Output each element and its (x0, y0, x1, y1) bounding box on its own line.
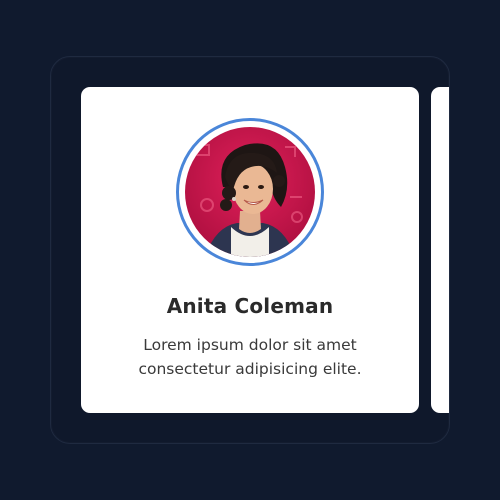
avatar (185, 127, 315, 257)
avatar-ring (176, 118, 324, 266)
next-profile-card[interactable] (431, 87, 449, 413)
profile-name: Anita Coleman (166, 294, 334, 318)
testimonial-carousel[interactable]: Anita Coleman Lorem ipsum dolor sit amet… (50, 56, 450, 444)
description-line-1: Lorem ipsum dolor sit amet (143, 336, 357, 354)
profile-card: Anita Coleman Lorem ipsum dolor sit amet… (81, 87, 419, 413)
description-line-2: consectetur adipisicing elite. (138, 360, 362, 378)
avatar-photo-icon (185, 127, 315, 257)
profile-description: Lorem ipsum dolor sit amet consectetur a… (111, 333, 389, 381)
